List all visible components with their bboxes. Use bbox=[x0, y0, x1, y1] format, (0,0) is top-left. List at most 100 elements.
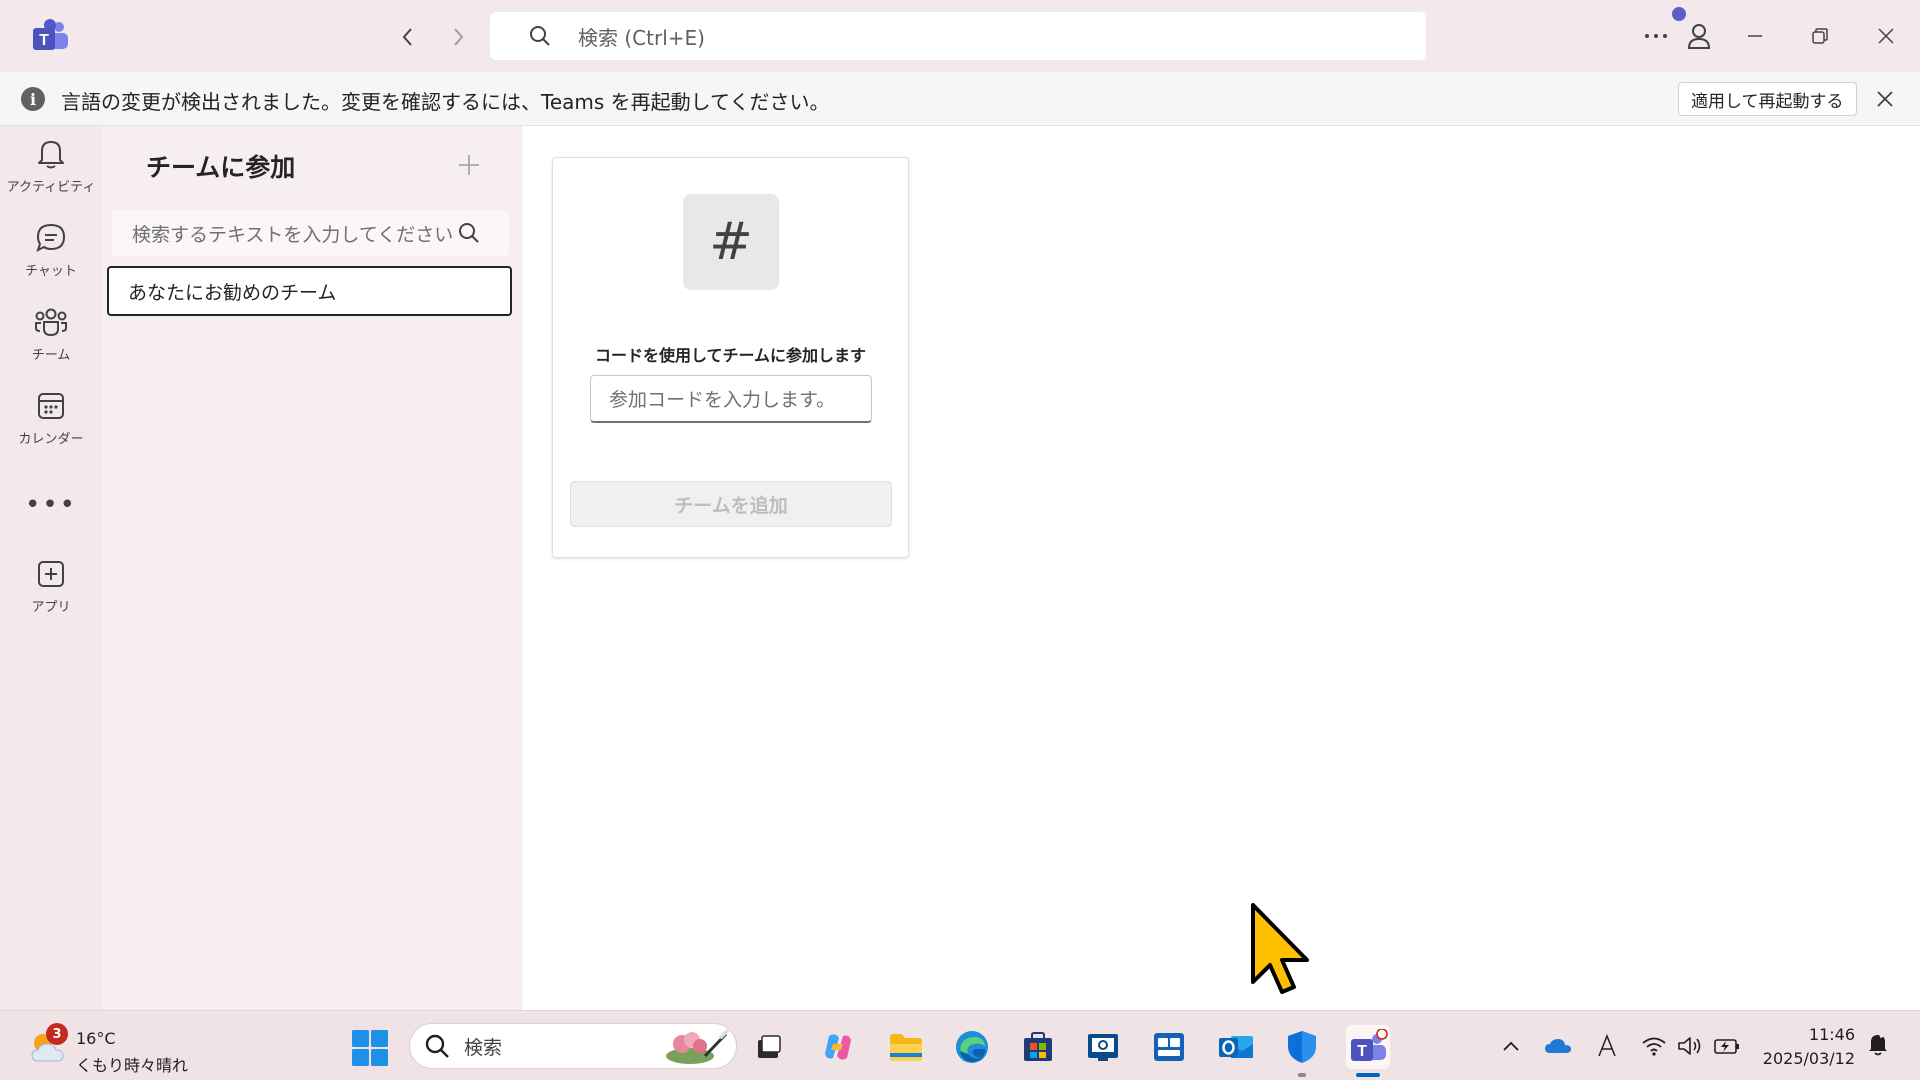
apply-restart-button[interactable]: 適用して再起動する bbox=[1678, 82, 1857, 116]
rail-label-chat: チャット bbox=[25, 264, 77, 279]
edge-browser-icon bbox=[956, 1031, 988, 1063]
more-options-button[interactable] bbox=[1636, 16, 1676, 56]
chevron-left-icon bbox=[402, 28, 412, 46]
taskbar-teams[interactable]: T bbox=[1346, 1025, 1390, 1077]
folder-icon bbox=[890, 1034, 922, 1061]
add-team-button[interactable]: チームを追加 bbox=[570, 481, 892, 527]
profile-button[interactable] bbox=[1679, 16, 1719, 56]
weather-badge: 3 bbox=[46, 1023, 68, 1045]
rail-item-calendar[interactable]: カレンダー bbox=[0, 388, 102, 462]
search-icon bbox=[528, 22, 556, 50]
search-icon[interactable] bbox=[455, 219, 483, 247]
battery-charging-icon bbox=[1714, 1039, 1739, 1054]
wifi-icon bbox=[1642, 1037, 1666, 1056]
pane-title: チームに参加 bbox=[146, 153, 296, 182]
start-button[interactable] bbox=[351, 1029, 389, 1067]
taskbar-store[interactable] bbox=[1016, 1025, 1060, 1069]
app-rail: アクティビティ チャット チーム カレンダー ••• アプリ bbox=[0, 126, 102, 1010]
notification-bell-icon bbox=[1869, 1032, 1887, 1056]
close-icon bbox=[1878, 28, 1894, 44]
svg-text:T: T bbox=[1357, 1043, 1367, 1060]
taskbar-search-label: 検索 bbox=[464, 1036, 503, 1059]
join-with-code-card: # コードを使用してチームに参加します 参加コードを入力します。 チームを追加 bbox=[552, 157, 909, 558]
taskbar-edge[interactable] bbox=[950, 1025, 994, 1069]
input-method-tray[interactable] bbox=[1592, 1031, 1622, 1061]
taskbar-people-app[interactable] bbox=[1147, 1025, 1191, 1069]
minimize-icon bbox=[1748, 35, 1762, 37]
svg-text:T: T bbox=[39, 32, 49, 49]
back-button[interactable] bbox=[391, 20, 425, 54]
notification-center-button[interactable] bbox=[1866, 1031, 1896, 1061]
onedrive-tray[interactable] bbox=[1543, 1031, 1573, 1061]
recommended-teams-item[interactable]: あなたにお勧めのチーム bbox=[107, 266, 512, 316]
taskbar-task-view[interactable] bbox=[747, 1025, 791, 1069]
plus-icon bbox=[459, 155, 479, 175]
create-team-button[interactable] bbox=[452, 148, 486, 182]
restore-button[interactable] bbox=[1800, 16, 1840, 56]
cloud-icon bbox=[1545, 1039, 1571, 1053]
title-bar: T 検索 (Ctrl+E) bbox=[0, 0, 1920, 72]
close-window-button[interactable] bbox=[1866, 16, 1906, 56]
battery-tray[interactable] bbox=[1712, 1031, 1742, 1061]
hashtag-icon: # bbox=[683, 194, 779, 290]
volume-tray[interactable] bbox=[1675, 1031, 1705, 1061]
join-code-input[interactable]: 参加コードを入力します。 bbox=[590, 375, 872, 423]
calendar-icon bbox=[34, 388, 68, 424]
task-view-icon bbox=[758, 1035, 781, 1058]
mouse-cursor-icon bbox=[1250, 902, 1314, 994]
remote-desktop-icon bbox=[1088, 1034, 1118, 1061]
main-content: # コードを使用してチームに参加します 参加コードを入力します。 チームを追加 bbox=[522, 126, 1920, 1010]
wifi-tray[interactable] bbox=[1639, 1031, 1669, 1061]
windows-logo-icon bbox=[352, 1030, 388, 1066]
store-icon bbox=[1024, 1032, 1052, 1061]
rail-item-activity[interactable]: アクティビティ bbox=[0, 136, 102, 210]
ime-letter-a-icon bbox=[1598, 1034, 1616, 1057]
taskbar-file-explorer[interactable] bbox=[884, 1025, 928, 1069]
forward-button[interactable] bbox=[441, 20, 475, 54]
team-search-input[interactable]: 検索するテキストを入力してください bbox=[112, 210, 509, 256]
weather-temperature: 16°C bbox=[76, 1029, 116, 1048]
minimize-button[interactable] bbox=[1735, 16, 1775, 56]
bell-icon bbox=[34, 136, 68, 172]
taskbar-copilot[interactable] bbox=[816, 1025, 860, 1069]
person-icon bbox=[1687, 24, 1711, 49]
chevron-right-icon bbox=[454, 28, 464, 46]
taskbar-clock[interactable]: 11:46 2025/03/12 bbox=[1755, 1023, 1855, 1071]
clock-date: 2025/03/12 bbox=[1762, 1049, 1855, 1068]
teams-icon bbox=[34, 304, 68, 340]
active-indicator bbox=[1356, 1073, 1380, 1077]
shield-icon bbox=[1288, 1031, 1316, 1063]
rail-item-apps[interactable]: アプリ bbox=[0, 556, 102, 630]
join-code-label: コードを使用してチームに参加します bbox=[594, 346, 867, 365]
rail-item-teams[interactable]: チーム bbox=[0, 304, 102, 378]
banner-message: 言語の変更が検出されました。変更を確認するには、Teams を再起動してください… bbox=[61, 90, 830, 114]
taskbar: 3 16°C くもり時々晴れ 検索 T 11:46 2025/03/12 bbox=[0, 1010, 1920, 1080]
rail-label-apps: アプリ bbox=[31, 600, 71, 615]
rail-label-activity: アクティビティ bbox=[6, 180, 96, 195]
teams-list-pane: チームに参加 検索するテキストを入力してください あなたにお勧めのチーム bbox=[102, 126, 522, 1010]
search-highlight-image-icon bbox=[660, 1026, 730, 1066]
global-search-input[interactable]: 検索 (Ctrl+E) bbox=[490, 12, 1426, 60]
taskbar-outlook[interactable] bbox=[1214, 1025, 1258, 1069]
speaker-icon bbox=[1678, 1037, 1701, 1055]
more-apps-button[interactable]: ••• bbox=[0, 490, 102, 520]
taskbar-remote-app[interactable] bbox=[1081, 1025, 1125, 1069]
rail-label-calendar: カレンダー bbox=[18, 432, 84, 447]
language-change-banner: i 言語の変更が検出されました。変更を確認するには、Teams を再起動してくだ… bbox=[0, 72, 1920, 126]
contacts-icon bbox=[1154, 1033, 1184, 1061]
restore-icon bbox=[1812, 28, 1828, 44]
show-hidden-icons-button[interactable] bbox=[1496, 1031, 1526, 1061]
taskbar-defender[interactable] bbox=[1280, 1025, 1324, 1077]
taskbar-search[interactable]: 検索 bbox=[409, 1023, 737, 1069]
rail-item-chat[interactable]: チャット bbox=[0, 220, 102, 294]
outlook-icon bbox=[1219, 1036, 1253, 1058]
ellipsis-icon bbox=[1645, 34, 1667, 38]
banner-close-button[interactable] bbox=[1869, 83, 1901, 115]
weather-widget[interactable]: 3 16°C くもり時々晴れ bbox=[28, 1021, 198, 1075]
copilot-icon bbox=[825, 1034, 851, 1060]
team-search-placeholder: 検索するテキストを入力してください bbox=[132, 223, 454, 246]
chat-icon bbox=[34, 220, 68, 256]
teams-logo-icon: T bbox=[30, 18, 70, 54]
chevron-up-icon bbox=[1503, 1041, 1519, 1051]
running-indicator bbox=[1298, 1073, 1306, 1077]
